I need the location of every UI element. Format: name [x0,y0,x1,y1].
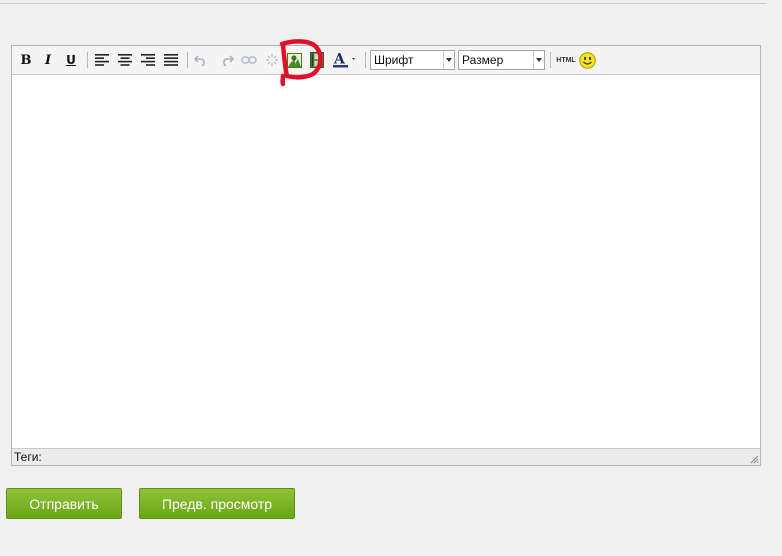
toolbar-separator [187,52,188,68]
align-center-button[interactable] [116,51,134,69]
editor-text-area[interactable] [12,75,760,447]
bold-button[interactable]: B [17,51,35,69]
html-source-icon: HTML [556,56,576,64]
resize-grip-icon[interactable] [749,454,759,464]
smiley-icon [578,51,596,69]
insert-image-button[interactable] [285,51,303,69]
toolbar-separator [550,52,551,68]
size-select-value: Размер [462,53,504,67]
undo-button[interactable] [192,51,210,69]
editor-toolbar: B I U A Шрифт Размер HTML [12,46,760,75]
font-select-value: Шрифт [374,53,414,67]
insert-image-icon [286,52,302,68]
preview-button[interactable]: Предв. просмотр [139,488,295,519]
align-justify-icon [164,54,178,66]
link-button[interactable] [240,51,258,69]
redo-icon [223,55,234,66]
align-right-icon [141,54,155,66]
tags-label: Теги: [14,450,42,464]
font-select[interactable]: Шрифт [370,50,455,70]
toolbar-separator [365,52,366,68]
toolbar-separator [87,52,88,68]
align-justify-button[interactable] [162,51,180,69]
chevron-down-icon [443,51,454,69]
undo-icon [194,55,205,66]
align-left-button[interactable] [93,51,111,69]
align-right-button[interactable] [139,51,157,69]
redo-button[interactable] [218,51,236,69]
chevron-down-icon [533,51,544,69]
submit-button[interactable]: Отправить [6,488,122,519]
tags-bar: Теги: [12,448,760,465]
text-color-button[interactable]: A [332,51,360,69]
link-icon [241,56,257,64]
rich-text-editor: B I U A Шрифт Размер HTML Теги: [11,45,761,466]
insert-video-button[interactable] [308,51,326,69]
insert-video-icon [310,52,324,68]
top-divider [0,0,766,4]
underline-button[interactable]: U [62,51,80,69]
smiley-button[interactable] [578,51,596,69]
text-color-icon: A [333,52,355,68]
italic-icon: I [44,52,52,68]
italic-button[interactable]: I [39,51,57,69]
unlink-icon [266,54,278,66]
html-source-button[interactable]: HTML [555,51,577,69]
bold-icon: B [20,52,32,68]
unlink-button[interactable] [263,51,281,69]
align-left-icon [95,54,109,66]
size-select[interactable]: Размер [458,50,545,70]
align-center-icon [118,54,132,66]
underline-icon: U [66,53,76,67]
